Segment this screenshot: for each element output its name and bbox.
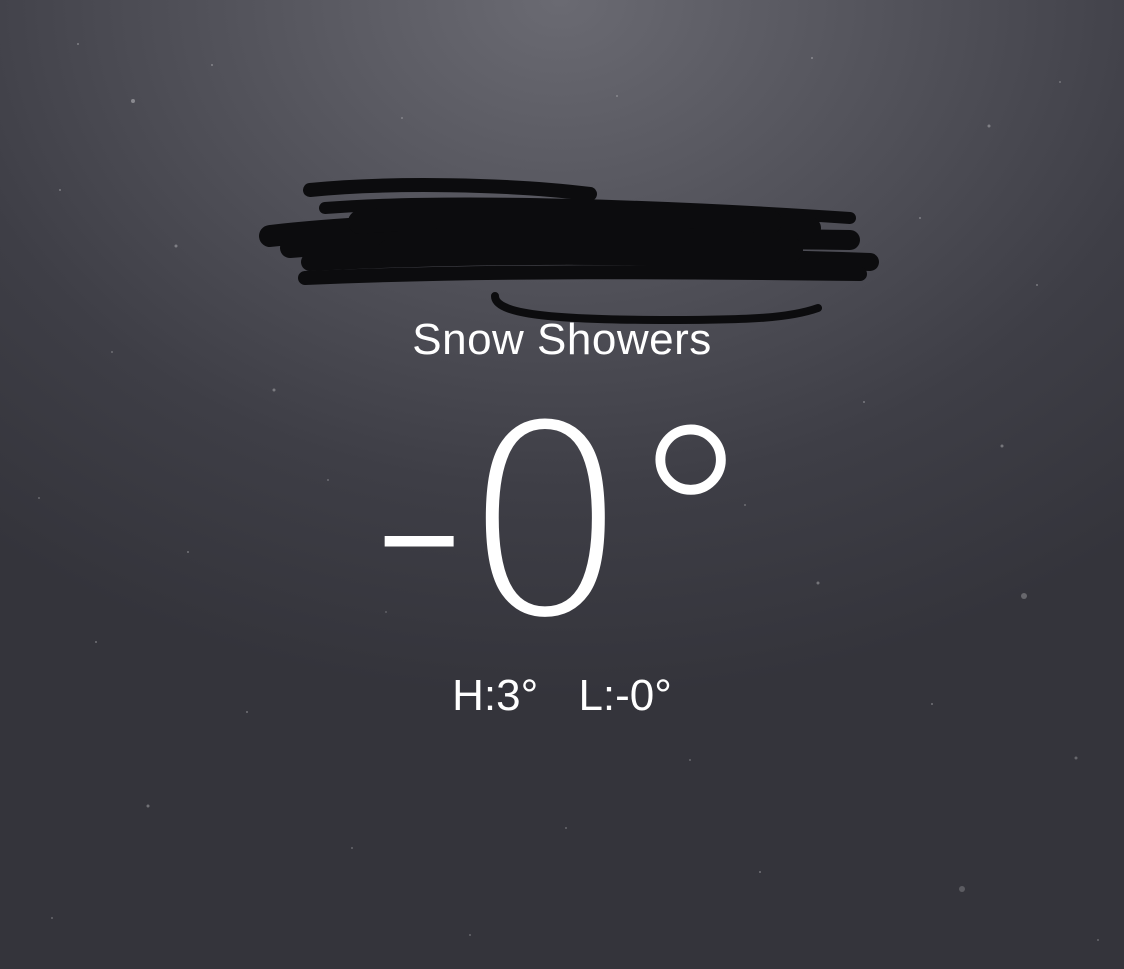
high-low-temperatures: H:3° L:-0° bbox=[0, 670, 1124, 722]
redaction-scribble bbox=[259, 178, 879, 325]
location-header: Glenwood bbox=[250, 178, 880, 328]
weather-current-conditions: Glenwood Snow Showers -0° H:3° L:-0° bbox=[0, 0, 1124, 969]
high-temperature: H:3° bbox=[452, 671, 539, 720]
weather-condition: Snow Showers bbox=[412, 315, 712, 364]
current-temperature: -0° bbox=[0, 392, 1124, 654]
low-temperature: L:-0° bbox=[578, 671, 672, 720]
temperature-value: -0° bbox=[371, 370, 756, 675]
